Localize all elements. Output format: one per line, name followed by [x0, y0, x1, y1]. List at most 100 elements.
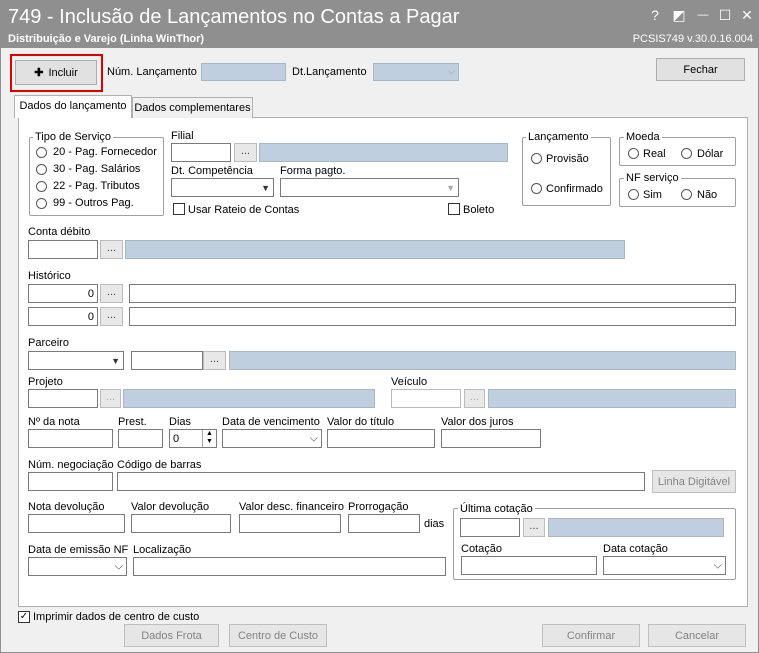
radio-tipo-99[interactable]: [36, 198, 47, 209]
tipo-30-label: 30 - Pag. Salários: [53, 163, 141, 175]
codigo-barras-label: Código de barras: [117, 459, 202, 471]
confirmar-button[interactable]: Confirmar: [542, 624, 640, 647]
cotacao-search-button[interactable]: ...: [523, 518, 545, 537]
projeto-search-button[interactable]: ...: [100, 389, 121, 408]
num-lancamento-label: Núm. Lançamento: [107, 66, 197, 78]
dt-lancamento-field: ⌵: [373, 63, 459, 81]
dias-label: Dias: [169, 416, 192, 428]
veiculo-input[interactable]: [391, 389, 461, 408]
centro-custo-button[interactable]: Centro de Custo: [229, 624, 327, 647]
valor-titulo-input[interactable]: [327, 429, 435, 448]
filial-label: Filial: [171, 130, 194, 142]
cotacao-description: [548, 518, 724, 537]
cotacao-code-input[interactable]: [460, 518, 520, 537]
dados-frota-button[interactable]: Dados Frota: [124, 624, 219, 647]
conta-debito-search-button[interactable]: ...: [100, 240, 123, 259]
dias-suffix-label: dias: [424, 518, 445, 530]
parceiro-input[interactable]: [131, 351, 203, 370]
radio-tipo-22[interactable]: [36, 181, 47, 192]
imprimir-checkbox[interactable]: ✓: [18, 611, 30, 623]
usar-rateio-checkbox[interactable]: [173, 203, 185, 215]
chevron-down-icon: ⌵: [713, 559, 722, 571]
num-nota-input[interactable]: [28, 429, 113, 448]
data-cotacao-label: Data cotação: [603, 543, 668, 555]
parceiro-description: [229, 351, 736, 370]
dias-spinner[interactable]: ▲ ▼: [202, 430, 216, 447]
radio-confirmado[interactable]: [531, 183, 542, 194]
localizacao-input[interactable]: [133, 557, 446, 576]
historico-search-button-2[interactable]: ...: [100, 307, 123, 326]
tab-dados-complementares[interactable]: Dados complementares: [132, 97, 253, 118]
projeto-input[interactable]: [28, 389, 98, 408]
boleto-checkbox[interactable]: [448, 203, 460, 215]
cancelar-button[interactable]: Cancelar: [648, 624, 746, 647]
parceiro-search-button[interactable]: ...: [203, 351, 226, 370]
close-icon[interactable]: ✕: [738, 6, 756, 24]
codigo-barras-input[interactable]: [117, 472, 645, 491]
prorrogacao-input[interactable]: [348, 514, 420, 533]
usar-rateio-label: Usar Rateio de Contas: [188, 204, 300, 216]
historico-text-1[interactable]: [129, 284, 736, 303]
valor-juros-input[interactable]: [441, 429, 541, 448]
version-label: PCSIS749 v.30.0.16.004: [632, 33, 753, 45]
radio-nao[interactable]: [681, 189, 692, 200]
help-icon[interactable]: ?: [646, 6, 664, 24]
fechar-button[interactable]: Fechar: [656, 58, 745, 81]
valor-desc-label: Valor desc. financeiro: [239, 501, 344, 513]
veiculo-description: [488, 389, 736, 408]
chevron-down-icon: ⌵: [448, 66, 455, 76]
historico-search-button-1[interactable]: ...: [100, 284, 123, 303]
incluir-button[interactable]: ✚ Incluir: [15, 60, 97, 85]
tipo-servico-label: Tipo de Serviço: [33, 131, 114, 143]
spin-down-icon[interactable]: ▼: [203, 438, 216, 446]
forma-pagto-select[interactable]: ▼: [280, 178, 459, 197]
dt-competencia-select[interactable]: ▼: [171, 178, 274, 197]
prest-input[interactable]: [118, 429, 163, 448]
real-label: Real: [643, 148, 666, 160]
radio-provisao[interactable]: [531, 153, 542, 164]
data-emissao-select[interactable]: ⌵: [28, 557, 127, 576]
num-negociacao-input[interactable]: [28, 472, 113, 491]
radio-real[interactable]: [628, 148, 639, 159]
valor-desc-input[interactable]: [239, 514, 341, 533]
provisao-label: Provisão: [546, 153, 589, 165]
data-cotacao-select[interactable]: ⌵: [603, 556, 726, 575]
conta-debito-input[interactable]: [28, 240, 98, 259]
filial-description: [259, 143, 508, 162]
historico-code-1[interactable]: 0: [28, 284, 98, 303]
valor-juros-label: Valor dos juros: [441, 416, 514, 428]
radio-sim[interactable]: [628, 189, 639, 200]
linha-digitavel-button[interactable]: Linha Digitável: [652, 470, 736, 493]
valor-devolucao-input[interactable]: [131, 514, 231, 533]
maximize-icon[interactable]: ☐: [716, 6, 734, 24]
filial-search-button[interactable]: ...: [234, 143, 257, 162]
conta-debito-label: Conta débito: [28, 226, 91, 238]
veiculo-search-button[interactable]: ...: [464, 389, 485, 408]
veiculo-label: Veículo: [391, 376, 428, 388]
chevron-down-icon: ⌵: [114, 560, 123, 572]
chevron-down-icon: ⌵: [309, 432, 318, 444]
boleto-label: Boleto: [463, 204, 495, 216]
radio-tipo-30[interactable]: [36, 164, 47, 175]
incluir-label: Incluir: [48, 66, 78, 79]
historico-label: Histórico: [28, 270, 71, 282]
nota-devolucao-input[interactable]: [28, 514, 125, 533]
dias-value: 0: [173, 432, 180, 445]
radio-dolar[interactable]: [681, 148, 692, 159]
tab-dados-lancamento[interactable]: Dados do lançamento: [14, 95, 132, 118]
chevron-down-icon: ▼: [111, 355, 120, 366]
nao-label: Não: [697, 189, 718, 201]
nf-servico-label: NF serviço: [624, 172, 681, 184]
historico-code-2[interactable]: 0: [28, 307, 98, 326]
spin-up-icon[interactable]: ▲: [203, 430, 216, 438]
cotacao-input[interactable]: [461, 556, 597, 575]
prest-label: Prest.: [118, 416, 147, 428]
radio-tipo-20[interactable]: [36, 147, 47, 158]
minimize-icon[interactable]: —: [694, 6, 712, 24]
parceiro-type-select[interactable]: ▼: [28, 351, 124, 370]
tipo-22-label: 22 - Pag. Tributos: [53, 180, 140, 192]
filial-input[interactable]: [171, 143, 231, 162]
restore-icon[interactable]: ◩: [670, 6, 688, 24]
data-vencimento-select[interactable]: ⌵: [222, 429, 322, 448]
historico-text-2[interactable]: [129, 307, 736, 326]
